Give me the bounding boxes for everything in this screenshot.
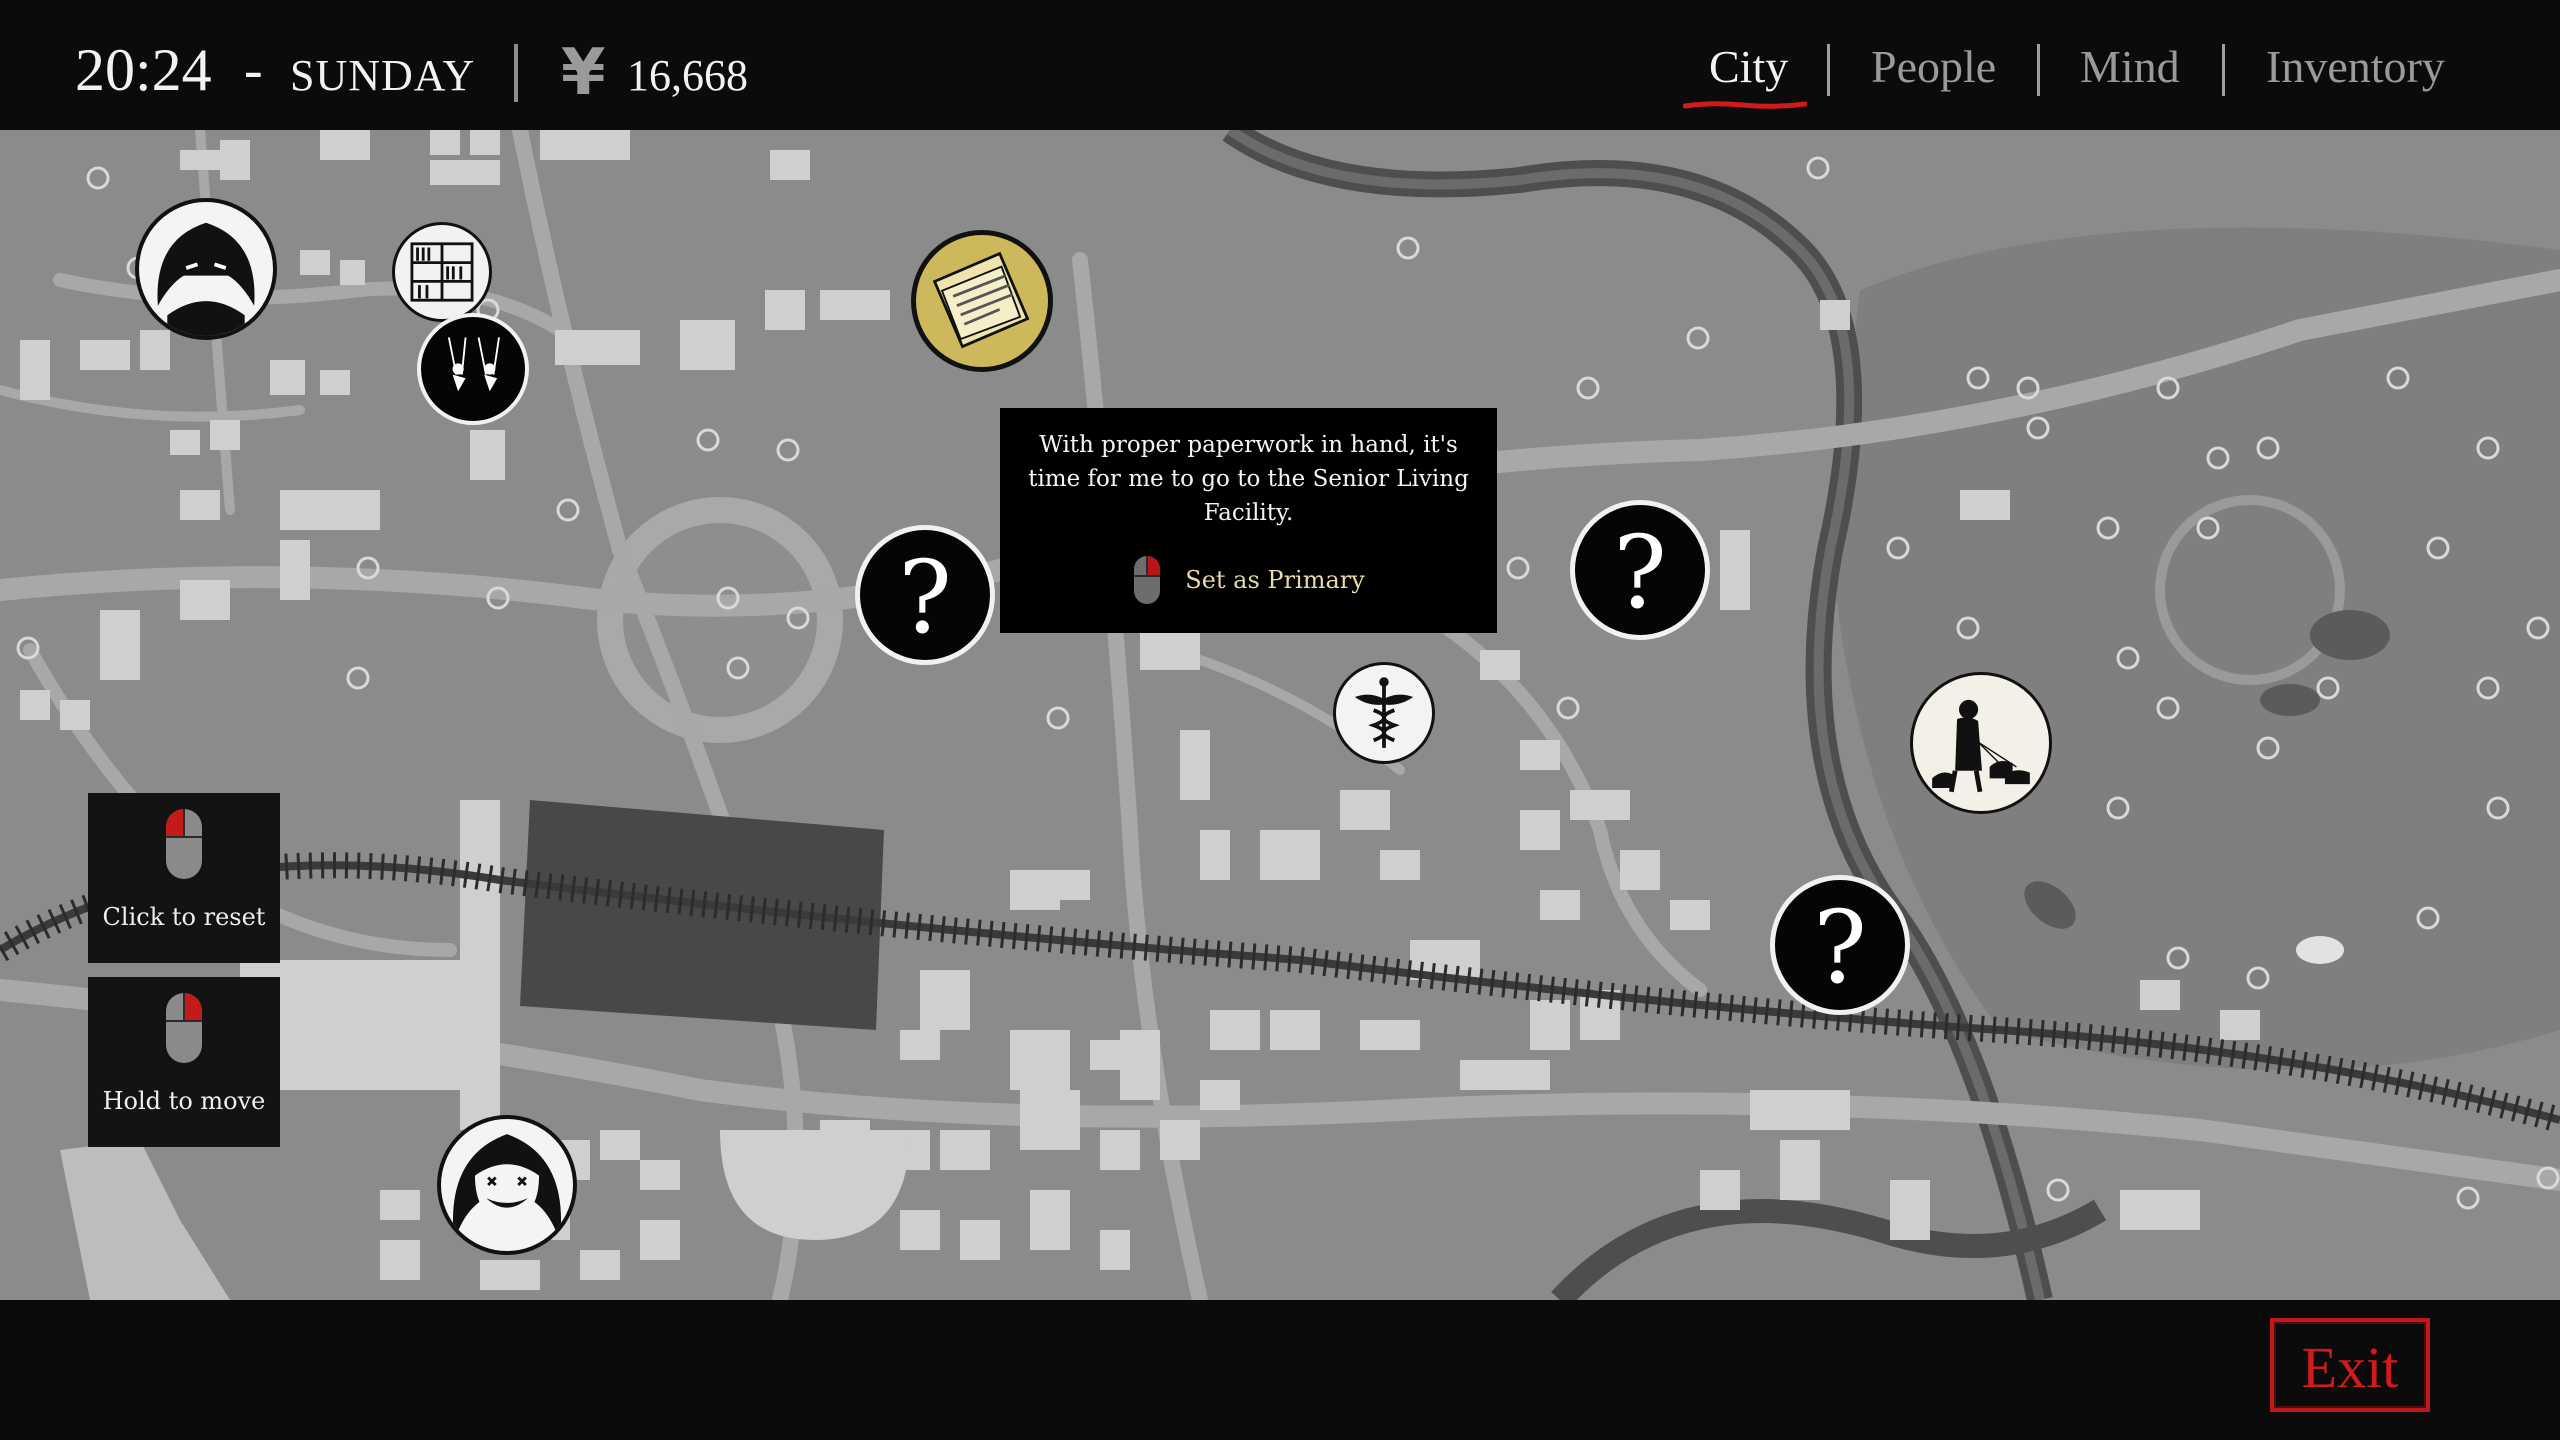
- right-mouse-button-icon: [166, 993, 202, 1063]
- tab-divider: [2222, 44, 2225, 96]
- bookshelf-icon: [410, 242, 474, 302]
- question-mark-icon: ?: [1813, 889, 1867, 1006]
- tooltip-description: With proper paperwork in hand, it's time…: [1028, 432, 1469, 526]
- hooded-figure-portrait-icon: [142, 205, 270, 336]
- tab-inventory[interactable]: Inventory: [2266, 40, 2445, 93]
- unknown-location-marker[interactable]: ?: [1570, 500, 1710, 640]
- clock-time: 20:24: [75, 37, 212, 103]
- active-tab-underline: [1683, 101, 1807, 109]
- paperwork-documents-marker[interactable]: [911, 230, 1053, 372]
- tab-people[interactable]: People: [1871, 40, 1996, 93]
- question-mark-icon: ?: [898, 539, 952, 656]
- swings-icon: [447, 337, 500, 392]
- time-day-separator: -: [244, 39, 263, 101]
- exit-button[interactable]: Exit: [2270, 1318, 2430, 1412]
- move-label: Hold to move: [102, 1087, 266, 1115]
- bottom-bar: [0, 1300, 2560, 1440]
- caduceus-icon: [1354, 677, 1414, 748]
- location-tooltip: With proper paperwork in hand, it's time…: [1000, 408, 1497, 633]
- move-view-control[interactable]: Hold to move: [88, 977, 280, 1147]
- left-mouse-button-icon: [1134, 556, 1161, 604]
- reset-view-control[interactable]: Click to reset: [88, 793, 280, 963]
- top-bar: 20:24 - SUNDAY ¥ 16,668 City People Mind…: [0, 0, 2560, 130]
- smiling-woman-portrait-icon: [452, 1134, 562, 1242]
- library-shelves-marker[interactable]: [392, 222, 492, 322]
- exit-label: Exit: [2301, 1335, 2399, 1400]
- character-hooded-figure-marker[interactable]: [135, 198, 277, 340]
- playground-swings-marker[interactable]: [417, 313, 529, 425]
- hospital-caduceus-marker[interactable]: [1333, 662, 1435, 764]
- header-divider: [514, 44, 518, 102]
- unknown-location-marker[interactable]: ?: [1770, 875, 1910, 1015]
- character-smiling-woman-marker[interactable]: [437, 1115, 577, 1255]
- reset-label: Click to reset: [102, 903, 266, 931]
- yen-currency-icon: ¥: [561, 36, 606, 110]
- question-mark-icon: ?: [1613, 514, 1667, 631]
- money-amount: 16,668: [627, 51, 748, 100]
- tab-divider: [1827, 44, 1830, 96]
- documents-icon: [932, 251, 1030, 349]
- city-map[interactable]: ? ? ? With proper paperwork in hand, it'…: [0, 130, 2560, 1300]
- tab-mind[interactable]: Mind: [2080, 40, 2180, 93]
- tab-divider: [2037, 44, 2040, 96]
- weekday-label: SUNDAY: [290, 51, 476, 100]
- set-as-primary-label[interactable]: Set as Primary: [1185, 566, 1365, 594]
- left-mouse-button-icon: [166, 809, 202, 879]
- set-primary-action[interactable]: Set as Primary: [1000, 554, 1497, 606]
- map-background: [0, 130, 2560, 1300]
- park-dog-walker-marker[interactable]: [1910, 672, 2052, 814]
- dog-walker-icon: [1932, 699, 2030, 793]
- unknown-location-marker[interactable]: ?: [855, 525, 995, 665]
- tab-city[interactable]: City: [1709, 40, 1788, 93]
